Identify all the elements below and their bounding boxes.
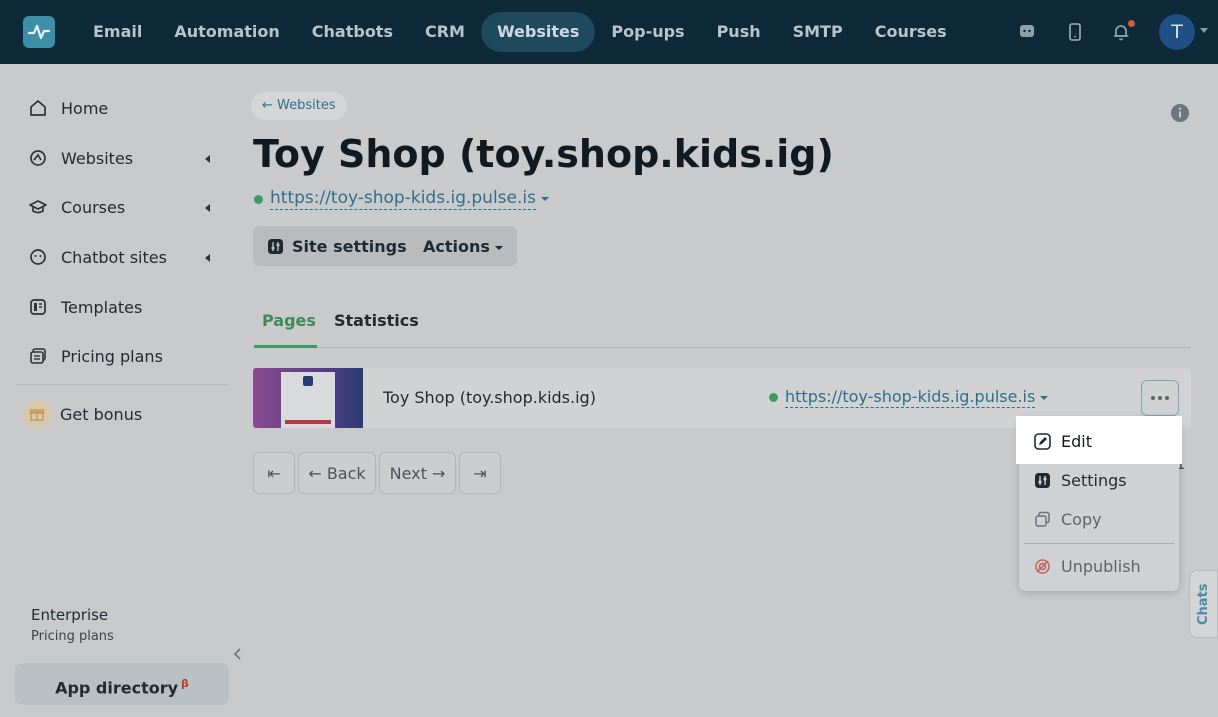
menu-item-label: Settings	[1061, 470, 1127, 490]
mobile-icon[interactable]	[1065, 22, 1085, 42]
nav-smtp[interactable]: SMTP	[777, 12, 859, 52]
collapse-sidebar-icon[interactable]	[231, 647, 243, 661]
more-dot-icon	[1158, 396, 1162, 400]
gift-icon	[22, 399, 52, 429]
sliders-icon	[268, 238, 283, 254]
next-button[interactable]: Next →	[379, 452, 456, 494]
nav-automation[interactable]: Automation	[158, 12, 295, 52]
menu-item-label: Copy	[1061, 509, 1102, 529]
menu-item-edit[interactable]: Edit	[1034, 430, 1092, 452]
site-url[interactable]: https://toy-shop-kids.ig.pulse.is	[254, 188, 549, 210]
thumbnail-bar	[285, 420, 331, 424]
chats-side-tab[interactable]: Chats	[1189, 570, 1218, 638]
chevron-left-icon[interactable]	[205, 204, 210, 212]
more-dot-icon	[1165, 396, 1169, 400]
sidebar-item-get-bonus[interactable]: Get bonus	[22, 399, 143, 429]
chats-label: Chats	[1196, 583, 1211, 625]
more-dot-icon	[1151, 396, 1155, 400]
sidebar-item-label: Chatbot sites	[61, 247, 167, 267]
sidebar-item-home[interactable]: Home	[28, 95, 108, 121]
sidebar-item-chatbot-sites[interactable]: Chatbot sites	[28, 244, 167, 270]
sidebar-item-templates[interactable]: Templates	[28, 294, 142, 320]
plan-name: Enterprise	[31, 606, 109, 624]
published-status-dot	[769, 393, 778, 402]
menu-item-label: Unpublish	[1061, 556, 1141, 576]
chevron-down-icon[interactable]	[1040, 395, 1049, 400]
websites-icon	[30, 150, 46, 166]
top-navbar: Email Automation Chatbots CRM Websites P…	[0, 0, 1218, 64]
get-bonus-label: Get bonus	[60, 404, 143, 424]
sidebar-item-label: Courses	[61, 197, 126, 217]
menu-item-label: Edit	[1061, 431, 1092, 451]
menu-divider	[1024, 543, 1174, 544]
sidebar-divider	[16, 384, 228, 385]
templates-icon	[30, 299, 46, 315]
sidebar-item-websites[interactable]: Websites	[28, 145, 133, 171]
back-button[interactable]: ← Back	[298, 452, 376, 494]
nav-courses[interactable]: Courses	[859, 12, 963, 52]
menu-item-copy[interactable]: Copy	[1034, 508, 1102, 530]
info-icon[interactable]	[1170, 103, 1190, 123]
pricing-plans-icon	[30, 348, 46, 364]
nav-chatbots[interactable]: Chatbots	[296, 12, 409, 52]
thumbnail-logo-icon	[303, 376, 313, 386]
page-thumbnail[interactable]	[253, 368, 363, 428]
chevron-down-icon[interactable]	[540, 197, 549, 201]
more-options-button[interactable]	[1141, 380, 1179, 416]
chevron-down-icon	[494, 246, 503, 250]
chevron-left-icon[interactable]	[205, 254, 210, 262]
copy-icon	[1035, 511, 1050, 527]
nav-websites[interactable]: Websites	[480, 12, 596, 52]
actions-label: Actions	[423, 236, 490, 256]
sidebar-item-label: Home	[61, 98, 109, 118]
chatbot-sites-icon	[30, 249, 46, 265]
chat-icon[interactable]	[1017, 22, 1037, 42]
tabs-divider	[253, 347, 1191, 348]
sidebar: Home Websites Courses Chatbot sites Temp…	[0, 64, 244, 717]
nav-popups[interactable]: Pop-ups	[595, 12, 700, 52]
chevron-down-icon[interactable]	[1200, 28, 1208, 33]
first-page-button[interactable]: ⇤	[253, 452, 295, 494]
page-url-link[interactable]: https://toy-shop-kids.ig.pulse.is	[785, 387, 1036, 408]
published-status-dot	[254, 194, 263, 204]
app-directory-button[interactable]: App directory β	[15, 663, 229, 705]
unpublish-icon	[1035, 558, 1050, 574]
sidebar-item-label: Websites	[61, 148, 134, 168]
page-url[interactable]: https://toy-shop-kids.ig.pulse.is	[769, 387, 1049, 408]
active-tab-indicator	[254, 345, 317, 348]
page-name[interactable]: Toy Shop (toy.shop.kids.ig)	[383, 388, 596, 407]
sliders-icon	[1035, 472, 1050, 488]
sidebar-item-label: Templates	[61, 297, 143, 317]
actions-button[interactable]: Actions	[409, 226, 517, 266]
nav-crm[interactable]: CRM	[409, 12, 481, 52]
edit-icon	[1034, 432, 1051, 450]
page-title: Toy Shop (toy.shop.kids.ig)	[253, 132, 834, 176]
last-page-button[interactable]: ⇥	[459, 452, 501, 494]
tab-statistics[interactable]: Statistics	[334, 311, 419, 330]
app-directory-label: App directory	[55, 678, 179, 698]
sidebar-item-label: Pricing plans	[61, 346, 163, 366]
courses-icon	[29, 200, 47, 214]
notification-dot	[1128, 20, 1135, 27]
chevron-left-icon[interactable]	[205, 155, 210, 163]
menu-item-unpublish[interactable]: Unpublish	[1034, 555, 1141, 577]
nav-push[interactable]: Push	[701, 12, 777, 52]
site-settings-button[interactable]: Site settings	[253, 226, 421, 266]
pricing-plans-link[interactable]: Pricing plans	[31, 629, 114, 644]
main-nav: Email Automation Chatbots CRM Websites P…	[77, 12, 963, 52]
site-settings-label: Site settings	[292, 236, 407, 256]
tab-pages[interactable]: Pages	[262, 311, 316, 330]
avatar[interactable]: T	[1159, 14, 1195, 50]
beta-badge: β	[181, 677, 189, 690]
menu-item-settings[interactable]: Settings	[1034, 469, 1127, 491]
home-icon	[30, 100, 46, 116]
site-url-link[interactable]: https://toy-shop-kids.ig.pulse.is	[270, 188, 536, 210]
nav-email[interactable]: Email	[77, 12, 158, 52]
back-to-websites-link[interactable]: ← Websites	[251, 92, 347, 120]
logo-icon[interactable]	[23, 16, 55, 48]
sidebar-item-courses[interactable]: Courses	[28, 194, 125, 220]
sidebar-item-pricing-plans[interactable]: Pricing plans	[28, 343, 163, 369]
